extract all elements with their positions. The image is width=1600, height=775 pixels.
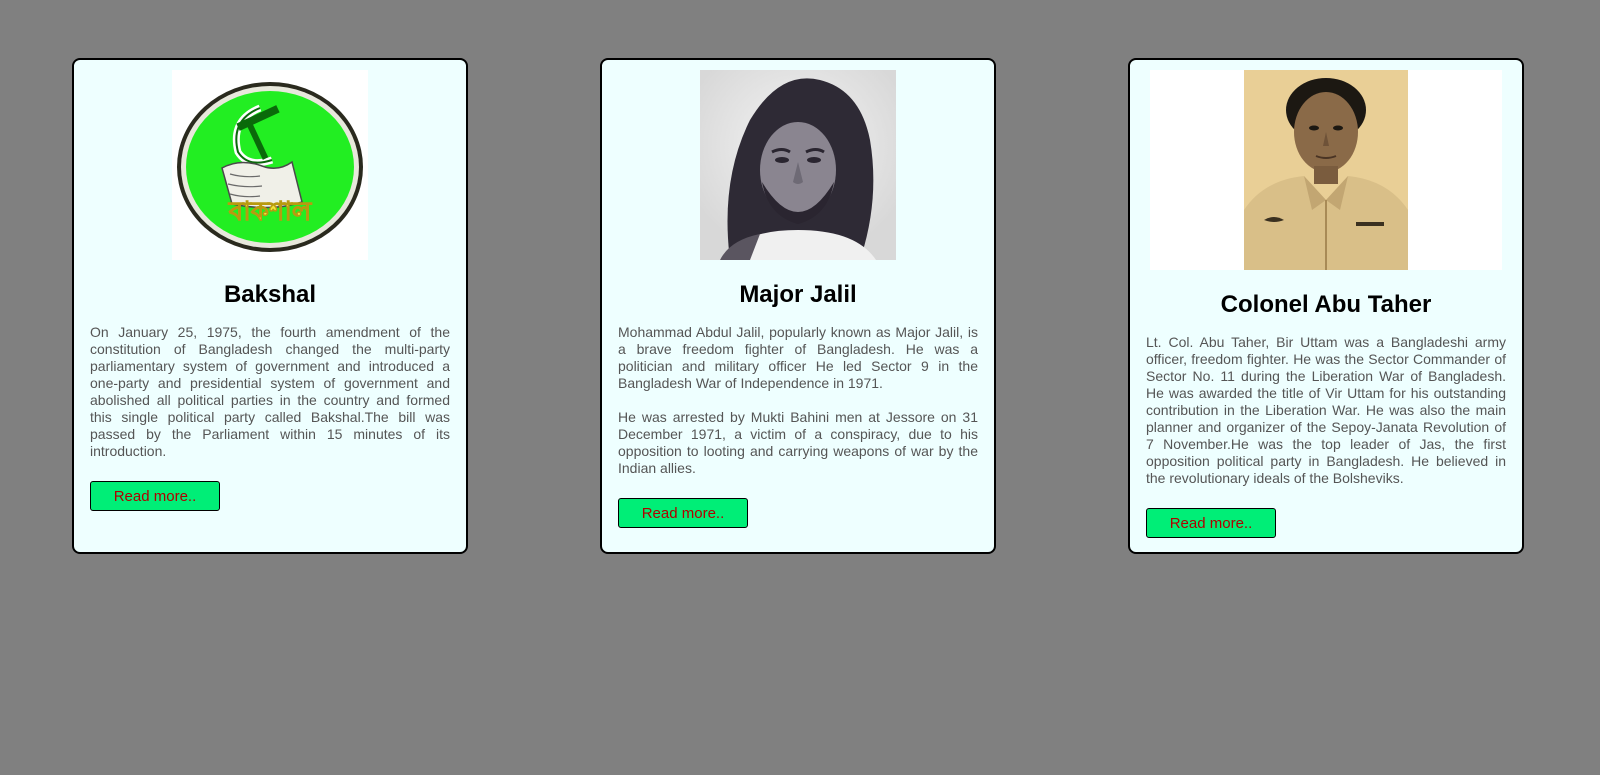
card-paragraph: On January 25, 1975, the fourth amendmen… — [90, 324, 450, 459]
read-more-button[interactable]: Read more.. — [618, 498, 748, 528]
card-body: On January 25, 1975, the fourth amendmen… — [90, 324, 450, 460]
card-paragraph: Lt. Col. Abu Taher, Bir Uttam was a Bang… — [1146, 334, 1506, 486]
bakshal-logo-text: বাকশাল — [228, 197, 313, 227]
card-title: Major Jalil — [739, 281, 857, 308]
bakshal-logo-image: বাকশাল — [172, 70, 368, 260]
card-body: Mohammad Abdul Jalil, popularly known as… — [618, 324, 978, 477]
card-image-wrapper: বাকশাল — [90, 70, 450, 260]
card-colonel-abu-taher: Colonel Abu Taher Lt. Col. Abu Taher, Bi… — [1128, 58, 1524, 554]
colonel-abu-taher-photo — [1244, 70, 1408, 270]
card-paragraph: Mohammad Abdul Jalil, popularly known as… — [618, 324, 978, 391]
card-major-jalil: Major Jalil Mohammad Abdul Jalil, popula… — [600, 58, 996, 554]
card-body: Lt. Col. Abu Taher, Bir Uttam was a Bang… — [1146, 334, 1506, 487]
read-more-button[interactable]: Read more.. — [1146, 508, 1276, 538]
card-paragraph: He was arrested by Mukti Bahini men at J… — [618, 409, 978, 476]
card-image-wrapper — [1150, 70, 1502, 270]
cards-container: বাকশাল Bakshal On January 25, 1975, the … — [0, 0, 1600, 775]
read-more-button[interactable]: Read more.. — [90, 481, 220, 511]
card-title: Bakshal — [223, 281, 317, 308]
major-jalil-photo — [700, 70, 896, 260]
card-image-wrapper — [618, 70, 978, 260]
card-title: Colonel Abu Taher — [1220, 291, 1432, 318]
card-bakshal: বাকশাল Bakshal On January 25, 1975, the … — [72, 58, 468, 554]
